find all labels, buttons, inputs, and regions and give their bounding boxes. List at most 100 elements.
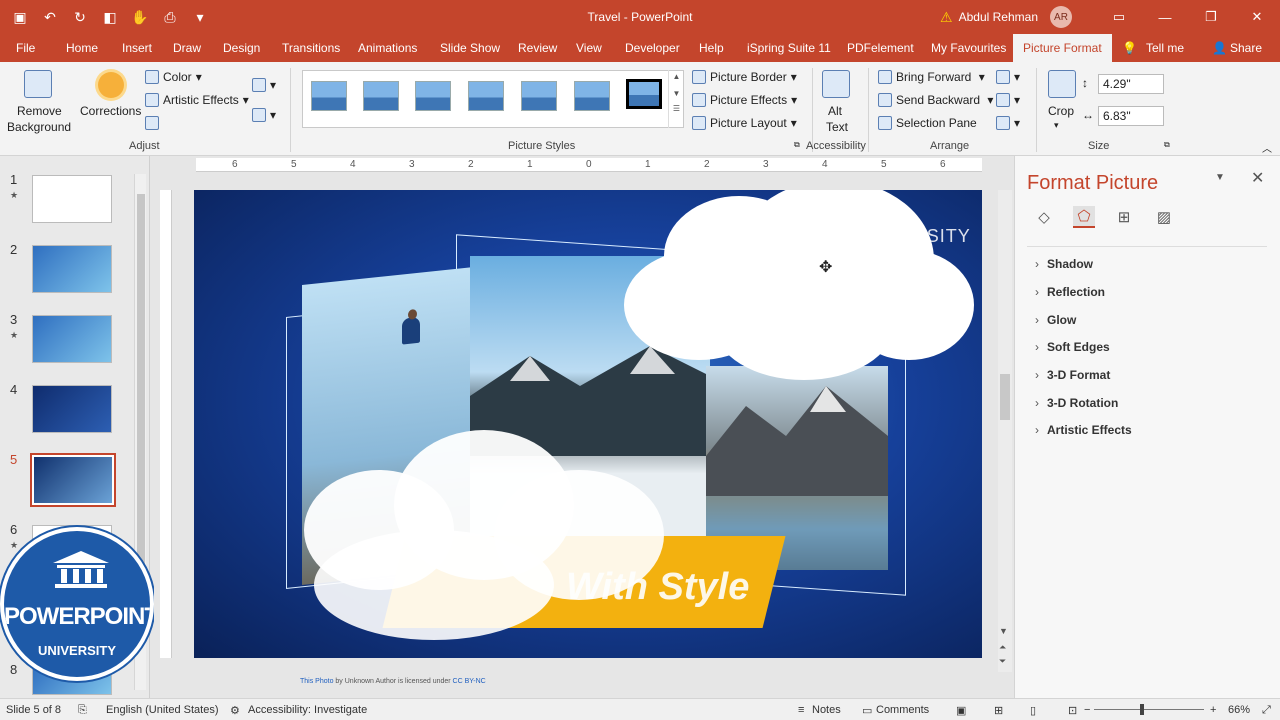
tab-share[interactable]: Share xyxy=(1230,34,1262,62)
slideshow-view-icon[interactable]: ⊡ xyxy=(1068,704,1077,717)
alt-text-icon[interactable] xyxy=(822,70,850,98)
align-button[interactable]: ▾ xyxy=(996,70,1020,84)
tab-file[interactable]: File xyxy=(16,34,35,62)
zoom-slider-knob[interactable] xyxy=(1140,704,1144,715)
tab-pdfelement[interactable]: PDFelement xyxy=(847,34,914,62)
tab-transitions[interactable]: Transitions xyxy=(282,34,340,62)
section-soft-edges[interactable]: › Soft Edges xyxy=(1035,340,1110,354)
accessibility-status[interactable]: Accessibility: Investigate xyxy=(248,704,367,716)
height-field[interactable]: 4.29" xyxy=(1098,74,1164,94)
slide-thumb-4[interactable] xyxy=(32,385,112,433)
tab-design[interactable]: Design xyxy=(223,34,260,62)
user-name[interactable]: Abdul Rehman xyxy=(959,10,1038,24)
fill-line-icon[interactable]: ◇ xyxy=(1033,206,1055,228)
notes-icon[interactable]: ≡ xyxy=(798,704,804,716)
slide-thumb-1[interactable] xyxy=(32,175,112,223)
format-pane-launcher-icon[interactable]: ⧉ xyxy=(794,140,800,150)
group-objects-button[interactable]: ▾ xyxy=(996,93,1020,107)
zoom-slider[interactable] xyxy=(1094,709,1204,710)
close-pane-icon[interactable]: ✕ xyxy=(1251,168,1264,188)
remove-background-label-1[interactable]: Remove xyxy=(17,104,62,118)
corrections-button[interactable]: Corrections xyxy=(80,104,141,118)
color-button[interactable]: Color ▾ xyxy=(145,70,202,84)
current-slide[interactable]: POWERPOINT UNIVERSITY With Style xyxy=(194,190,982,658)
tab-tell-me[interactable]: Tell me xyxy=(1146,34,1184,62)
tab-insert[interactable]: Insert xyxy=(122,34,152,62)
tab-view[interactable]: View xyxy=(576,34,602,62)
language-status[interactable]: English (United States) xyxy=(106,704,219,716)
zoom-in-icon[interactable]: + xyxy=(1210,704,1216,716)
slide-thumb-2[interactable] xyxy=(32,245,112,293)
tab-slide-show[interactable]: Slide Show xyxy=(440,34,500,62)
gallery-up-icon[interactable]: ▲ xyxy=(669,72,684,81)
rotate-button[interactable]: ▾ xyxy=(996,116,1020,130)
size-properties-icon[interactable]: ⊞ xyxy=(1113,206,1135,228)
picture-style-4[interactable] xyxy=(468,81,504,111)
restore-icon[interactable]: ❐ xyxy=(1188,9,1234,25)
slide-heading[interactable]: POWERPOINT UNIVERSITY xyxy=(714,226,971,247)
canvas-vertical-scrollbar[interactable]: ▼ ⏶ ⏷ xyxy=(998,190,1012,672)
tab-ispring[interactable]: iSpring Suite 11 xyxy=(747,34,831,62)
zoom-out-icon[interactable]: − xyxy=(1084,704,1090,716)
picture-style-2[interactable] xyxy=(363,81,399,111)
picture-effects-button[interactable]: Picture Effects ▾ xyxy=(692,93,797,107)
picture-style-1[interactable] xyxy=(311,81,347,111)
credit-link[interactable]: This Photo xyxy=(300,678,333,685)
notes-button[interactable]: Notes xyxy=(812,704,841,716)
tab-review[interactable]: Review xyxy=(518,34,557,62)
picture-style-5[interactable] xyxy=(521,81,557,111)
picture-layout-button[interactable]: Picture Layout ▾ xyxy=(692,116,797,130)
picture-style-3[interactable] xyxy=(415,81,451,111)
section-3d-format[interactable]: › 3-D Format xyxy=(1035,368,1110,382)
avatar[interactable]: AR xyxy=(1050,6,1072,28)
pane-options-icon[interactable]: ▼ xyxy=(1215,172,1225,183)
section-reflection[interactable]: › Reflection xyxy=(1035,285,1105,299)
close-window-icon[interactable]: ✕ xyxy=(1234,9,1280,25)
section-glow[interactable]: › Glow xyxy=(1035,313,1076,327)
picture-style-6[interactable] xyxy=(574,81,610,111)
tab-picture-format[interactable]: Picture Format xyxy=(1013,34,1112,62)
tab-animations[interactable]: Animations xyxy=(358,34,417,62)
artistic-effects-button[interactable]: Artistic Effects ▾ xyxy=(145,93,249,107)
slide-sorter-icon[interactable]: ⊞ xyxy=(994,704,1003,717)
tab-home[interactable]: Home xyxy=(66,34,98,62)
compress-pictures-button[interactable]: ▾ xyxy=(252,78,276,92)
section-artistic-effects[interactable]: › Artistic Effects xyxy=(1035,423,1132,437)
size-launcher-icon[interactable]: ⧉ xyxy=(1164,140,1170,150)
tab-help[interactable]: Help xyxy=(699,34,724,62)
alt-text-label-1[interactable]: Alt xyxy=(828,104,842,118)
tab-developer[interactable]: Developer xyxy=(625,34,680,62)
credit-license-link[interactable]: CC BY-NC xyxy=(453,678,486,685)
slide-title[interactable]: With Style xyxy=(566,566,749,609)
comments-button[interactable]: Comments xyxy=(876,704,929,716)
tab-draw[interactable]: Draw xyxy=(173,34,201,62)
reading-view-icon[interactable]: ▯ xyxy=(1030,704,1036,717)
picture-border-button[interactable]: Picture Border ▾ xyxy=(692,70,797,84)
remove-background-icon[interactable] xyxy=(24,70,52,98)
minimize-icon[interactable]: — xyxy=(1142,10,1188,25)
fit-slide-icon[interactable]: ⤢ xyxy=(1262,704,1271,717)
transparency-button[interactable] xyxy=(145,116,159,130)
crop-dropdown-icon[interactable]: ▾ xyxy=(1054,120,1059,131)
comments-icon[interactable]: ▭ xyxy=(862,704,872,717)
spelling-icon[interactable]: ⎘ xyxy=(78,704,87,717)
next-slide-icon[interactable]: ⏷ xyxy=(999,656,1006,667)
picture-icon[interactable]: ▨ xyxy=(1153,206,1175,228)
collapse-ribbon-icon[interactable]: ︿ xyxy=(1262,140,1272,155)
gallery-scroll[interactable]: ▲ ▼ ☰ xyxy=(668,70,684,128)
previous-slide-icon[interactable]: ⏶ xyxy=(999,642,1006,653)
alt-text-label-2[interactable]: Text xyxy=(826,120,848,134)
selection-pane-button[interactable]: Selection Pane xyxy=(878,116,977,130)
section-shadow[interactable]: › Shadow xyxy=(1035,257,1093,271)
zoom-level[interactable]: 66% xyxy=(1228,704,1250,716)
slide-thumb-5[interactable] xyxy=(30,453,116,507)
normal-view-icon[interactable]: ▣ xyxy=(956,704,966,717)
width-field[interactable]: 6.83" xyxy=(1098,106,1164,126)
canvas-scroll-thumb[interactable] xyxy=(1000,374,1010,420)
effects-icon[interactable]: ⬠ xyxy=(1073,206,1095,228)
gallery-down-icon[interactable]: ▼ xyxy=(669,89,684,98)
bring-forward-button[interactable]: Bring Forward ▾ xyxy=(878,70,985,84)
tab-my-favourites[interactable]: My Favourites xyxy=(931,34,1006,62)
accessibility-icon[interactable]: ⚙ xyxy=(230,704,240,717)
crop-button[interactable]: Crop xyxy=(1048,104,1074,118)
